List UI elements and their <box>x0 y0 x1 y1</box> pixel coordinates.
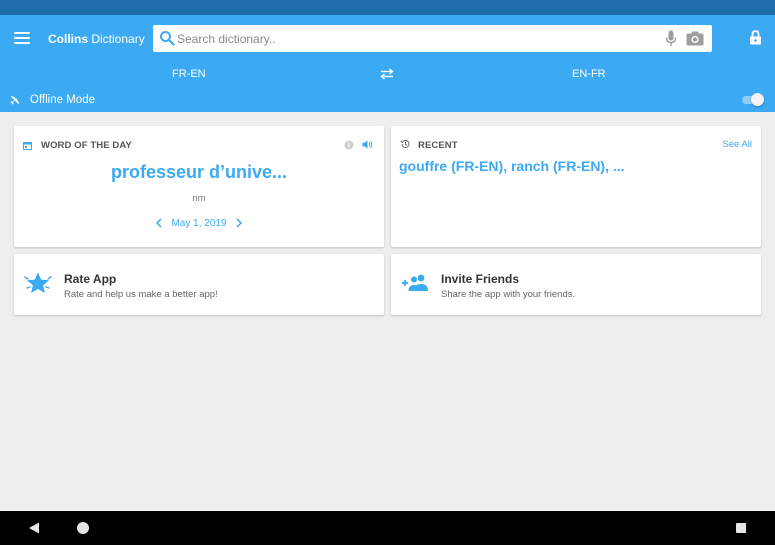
info-icon[interactable] <box>344 140 354 150</box>
microphone-icon[interactable] <box>665 30 677 47</box>
app-title-rest: Dictionary <box>88 32 145 46</box>
status-bar <box>0 0 775 15</box>
invite-friends-card[interactable]: Invite Friends Share the app with your f… <box>391 254 761 315</box>
search-box[interactable] <box>153 25 712 52</box>
add-people-icon <box>402 274 428 291</box>
navigation-bar <box>0 511 775 545</box>
app-title: Collins Dictionary <box>48 32 145 46</box>
calendar-icon <box>23 142 32 150</box>
recent-heading: RECENT <box>418 140 458 151</box>
word-of-the-day-heading: WORD OF THE DAY <box>41 140 132 151</box>
search-input[interactable] <box>177 25 637 52</box>
rate-app-card[interactable]: Rate App Rate and help us make a better … <box>14 254 384 315</box>
recents-icon[interactable] <box>736 523 746 533</box>
search-icon[interactable] <box>159 30 175 46</box>
invite-friends-title: Invite Friends <box>441 272 520 286</box>
offline-mode-label: Offline Mode <box>30 94 95 106</box>
recent-card: RECENT See All gouffre (FR-EN), ranch (F… <box>391 126 761 247</box>
menu-icon[interactable] <box>14 32 30 44</box>
chevron-right-icon[interactable] <box>235 218 243 228</box>
rate-app-title: Rate App <box>64 272 117 286</box>
lock-icon[interactable] <box>749 30 762 45</box>
star-icon <box>24 272 52 293</box>
camera-icon[interactable] <box>686 31 704 46</box>
invite-friends-subtitle: Share the app with your friends. <box>441 289 576 300</box>
word-part-of-speech: nm <box>192 193 206 204</box>
recent-items[interactable]: gouffre (FR-EN), ranch (FR-EN), ... <box>399 158 625 174</box>
home-icon[interactable] <box>77 522 89 534</box>
app-title-bold: Collins <box>48 32 89 46</box>
word-of-the-day-word[interactable]: professeur d’unive... <box>14 162 384 183</box>
history-icon <box>400 139 410 148</box>
see-all-link[interactable]: See All <box>722 139 752 150</box>
tab-fr-en[interactable]: FR-EN <box>172 68 206 80</box>
airplane-icon <box>10 94 21 105</box>
speaker-icon[interactable] <box>362 139 373 150</box>
swap-icon[interactable] <box>380 68 394 80</box>
word-of-the-day-card: WORD OF THE DAY professeur d’unive... nm… <box>14 126 384 247</box>
back-icon[interactable] <box>28 522 40 534</box>
offline-mode-toggle[interactable] <box>742 93 764 107</box>
tab-en-fr[interactable]: EN-FR <box>572 68 606 80</box>
app-bar: Collins Dictionary FR-EN EN-FR <box>0 15 775 112</box>
offline-mode-row: Offline Mode <box>0 89 775 112</box>
toggle-thumb[interactable] <box>751 93 764 106</box>
rate-app-subtitle: Rate and help us make a better app! <box>64 289 218 300</box>
word-of-the-day-date: May 1, 2019 <box>171 218 227 229</box>
